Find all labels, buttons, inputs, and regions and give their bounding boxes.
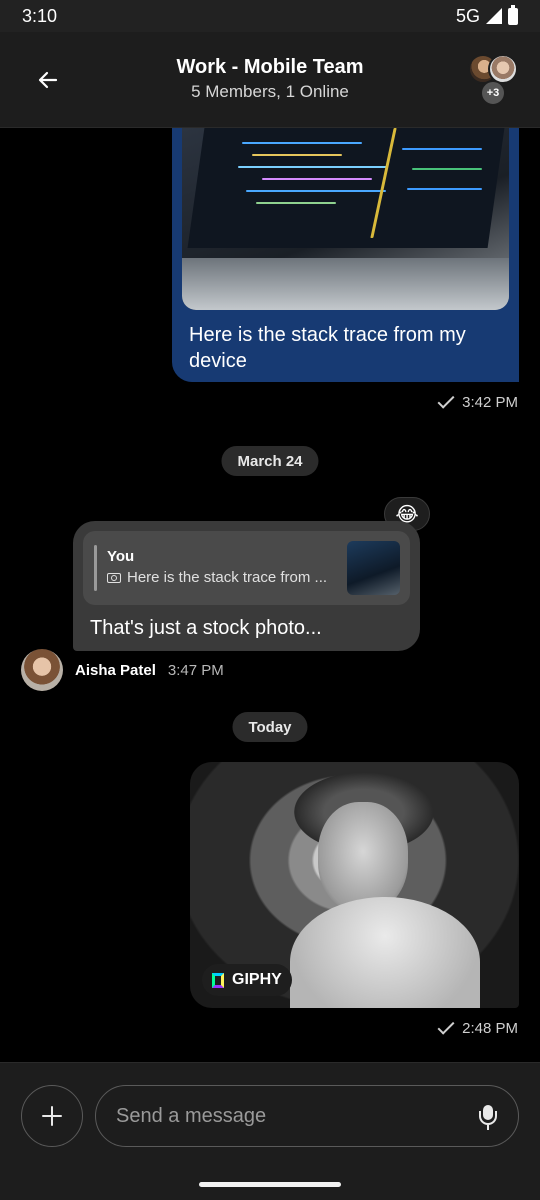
- quote-thumbnail: [347, 541, 400, 595]
- check-icon: [437, 391, 455, 409]
- message-input[interactable]: [95, 1085, 519, 1147]
- date-separator: Today: [232, 712, 308, 742]
- sender-name: Aisha Patel: [75, 661, 156, 679]
- giphy-badge: GIPHY: [202, 964, 292, 996]
- message-timestamp: 3:42 PM: [437, 391, 518, 411]
- message-timestamp: 2:48 PM: [437, 1017, 518, 1037]
- extra-members-badge: +3: [480, 80, 506, 106]
- laptop-base: [182, 258, 509, 310]
- check-icon: [437, 1017, 455, 1035]
- gif-image-body: [290, 897, 480, 1008]
- own-photo-message[interactable]: Here is the stack trace from my device: [172, 128, 519, 382]
- channel-title: Work - Mobile Team: [176, 56, 364, 78]
- message-text: That's just a stock photo...: [90, 617, 322, 639]
- battery-icon: [508, 4, 518, 25]
- gif-image-face: [318, 802, 408, 912]
- plus-icon: [42, 1106, 62, 1126]
- date-separator: March 24: [221, 446, 319, 476]
- status-bar: 3:10 5G: [0, 0, 540, 32]
- microphone-icon[interactable]: [478, 1105, 498, 1131]
- status-icons: 5G: [455, 4, 518, 27]
- network-label: 5G: [455, 5, 480, 26]
- sender-info: Aisha Patel 3:47 PM: [21, 649, 224, 691]
- quote-author: You: [107, 548, 135, 565]
- signal-icon: [486, 8, 502, 24]
- message-composer: [0, 1062, 540, 1168]
- avatar[interactable]: [21, 649, 63, 691]
- status-time: 3:10: [22, 5, 58, 26]
- home-indicator[interactable]: [199, 1182, 341, 1187]
- code-screenshot-image[interactable]: [182, 128, 509, 310]
- message-timestamp: 3:47 PM: [167, 661, 224, 679]
- message-text: Here is the stack trace from my device: [189, 324, 466, 372]
- giphy-logo-icon: [212, 972, 224, 988]
- quote-text: Here is the stack trace from ...: [127, 569, 328, 586]
- add-attachment-button[interactable]: [21, 1085, 83, 1147]
- incoming-message[interactable]: You Here is the stack trace from ... Tha…: [73, 521, 420, 651]
- channel-subtitle: 5 Members, 1 Online: [191, 82, 349, 101]
- quote-text-row: Here is the stack trace from ...: [107, 569, 343, 586]
- gif-message[interactable]: GIPHY: [190, 762, 519, 1008]
- chat-header: Work - Mobile Team 5 Members, 1 Online +…: [0, 32, 540, 128]
- camera-icon: [107, 572, 121, 583]
- member-avatars[interactable]: +3: [468, 54, 524, 106]
- quoted-message[interactable]: You Here is the stack trace from ...: [83, 531, 410, 605]
- quote-bar: [94, 545, 97, 591]
- giphy-label: GIPHY: [232, 971, 282, 988]
- system-nav-area: [0, 1168, 540, 1200]
